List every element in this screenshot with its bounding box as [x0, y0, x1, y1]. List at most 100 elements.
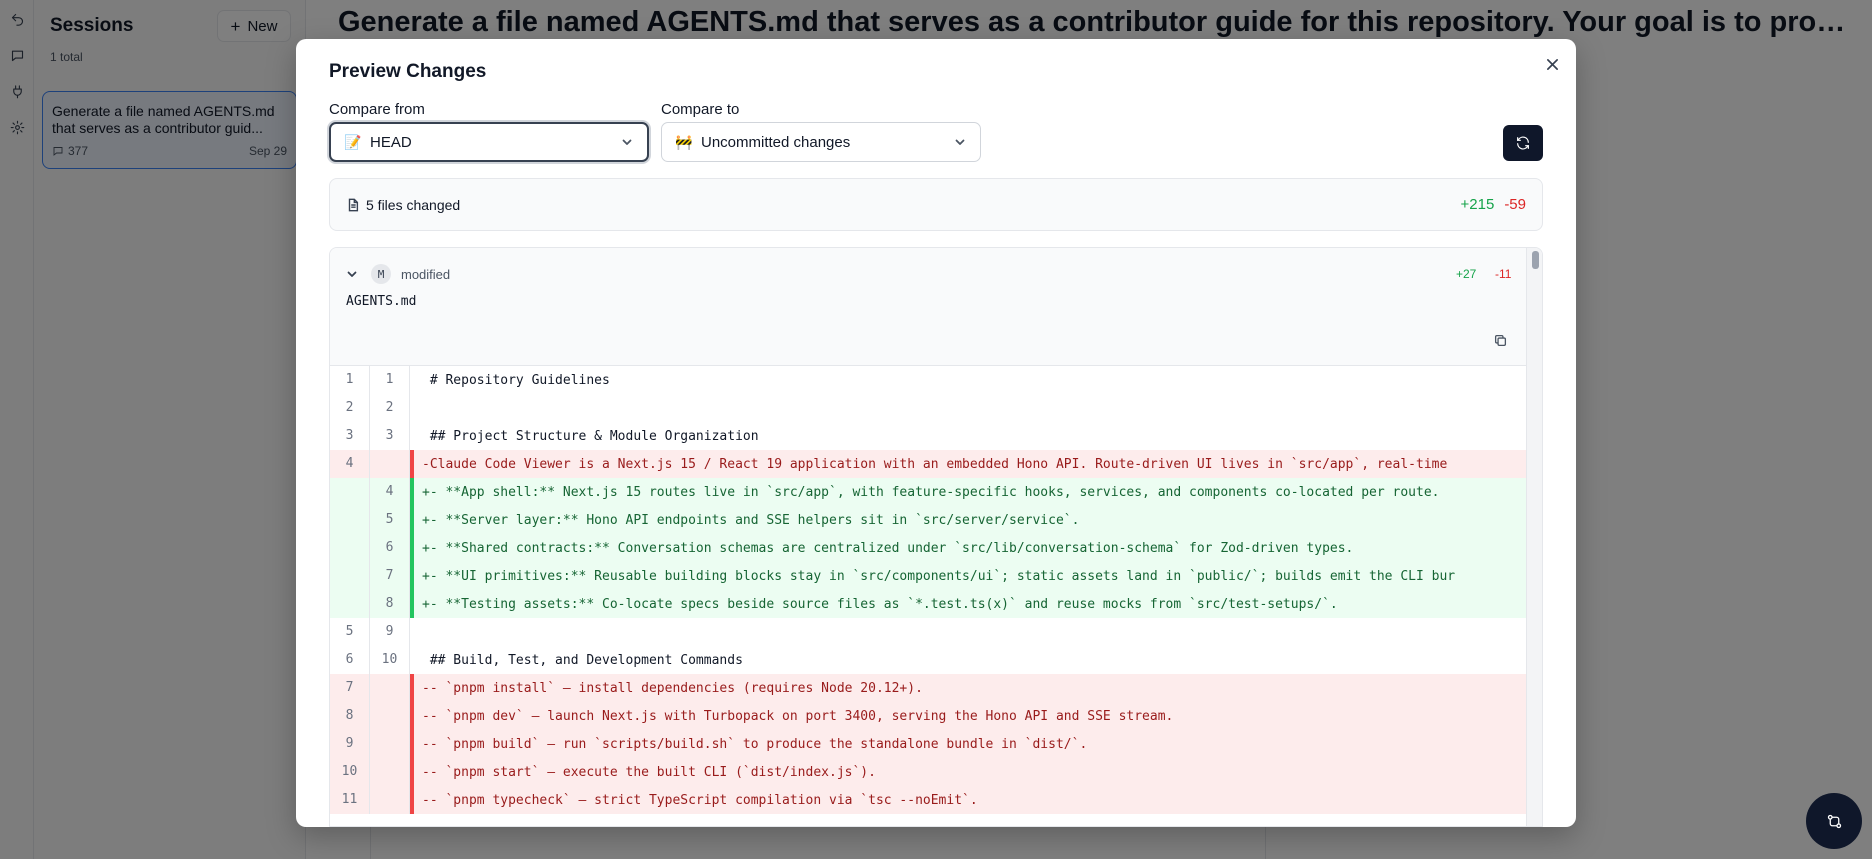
new-line-number: 5: [370, 506, 410, 534]
total-deletions: -59: [1504, 196, 1526, 213]
old-line-number: 7: [330, 674, 370, 702]
compare-from-select[interactable]: 📝 HEAD: [329, 122, 649, 162]
new-line-number: 1: [370, 366, 410, 394]
memo-icon: 📝: [344, 133, 362, 150]
file-name: AGENTS.md: [346, 294, 417, 309]
file-deletions: -11: [1495, 267, 1512, 281]
diff-content: 11 # Repository Guidelines 2 2 3 3 ## Projec…: [330, 366, 1526, 826]
new-line-number: [370, 730, 410, 758]
file-additions: +27: [1456, 267, 1477, 281]
preview-changes-dialog: Preview Changes Compare from 📝 HEAD Comp…: [296, 39, 1576, 827]
line-code: +- **Shared contracts:** Conversation sc…: [422, 540, 1354, 556]
line-code: -Claude Code Viewer is a Next.js 15 / Re…: [422, 456, 1448, 472]
git-diff-fab-button[interactable]: [1806, 793, 1862, 849]
diff-line-added: 4 +- **App shell:** Next.js 15 routes liv…: [330, 478, 1526, 506]
diff-line-removed: 8 -- `pnpm dev` — launch Next.js with Tur…: [330, 702, 1526, 730]
line-code: -- `pnpm install` — install dependencies…: [422, 680, 923, 696]
line-code: +- **Server layer:** Hono API endpoints …: [422, 512, 1080, 528]
new-line-number: [370, 786, 410, 814]
new-line-number: [370, 674, 410, 702]
new-line-number: [370, 702, 410, 730]
new-line-number: 6: [370, 534, 410, 562]
change-marker: [410, 618, 414, 646]
diff-line-added: 5 +- **Server layer:** Hono API endpoints…: [330, 506, 1526, 534]
file-diff-header[interactable]: M modified +27 -11 AGENTS.md: [330, 248, 1526, 366]
old-line-number: 2: [330, 394, 370, 422]
total-additions: +215: [1460, 196, 1495, 213]
construction-icon: 🚧: [675, 133, 693, 150]
old-line-number: 9: [330, 730, 370, 758]
files-changed-count: 5 files changed: [366, 196, 461, 213]
git-compare-icon: [1827, 814, 1841, 828]
new-line-number: 2: [370, 394, 410, 422]
copy-button[interactable]: [1490, 330, 1510, 350]
line-code: -- `pnpm build` — run `scripts/build.sh`…: [422, 736, 1088, 752]
line-code: -- `pnpm dev` — launch Next.js with Turb…: [422, 708, 1174, 724]
line-code: +- **UI primitives:** Reusable building …: [422, 568, 1456, 584]
old-line-number: 4: [330, 450, 370, 478]
diff-line-removed: 10 -- `pnpm start` — execute the built CL…: [330, 758, 1526, 786]
new-line-number: 4: [370, 478, 410, 506]
old-line-number: [330, 534, 370, 562]
old-line-number: 8: [330, 702, 370, 730]
old-line-number: [330, 590, 370, 618]
file-diff: M modified +27 -11 AGENTS.md 11 # Reposi…: [329, 247, 1543, 827]
old-line-number: 3: [330, 422, 370, 450]
diff-scrollbar[interactable]: [1526, 248, 1542, 826]
new-line-number: 3: [370, 422, 410, 450]
line-code: -- `pnpm typecheck` — strict TypeScript …: [422, 792, 978, 808]
new-line-number: 9: [370, 618, 410, 646]
old-line-number: 5: [330, 618, 370, 646]
line-code: # Repository Guidelines: [422, 372, 610, 388]
compare-to-label: Compare to: [661, 101, 740, 118]
new-line-number: [370, 450, 410, 478]
old-line-number: 10: [330, 758, 370, 786]
diff-line-removed: 9 -- `pnpm build` — run `scripts/build.sh…: [330, 730, 1526, 758]
line-code: -- `pnpm start` — execute the built CLI …: [422, 764, 876, 780]
old-line-number: [330, 562, 370, 590]
diff-line: 59: [330, 618, 1526, 646]
close-button[interactable]: [1542, 54, 1562, 74]
chevron-down-icon: [955, 139, 965, 145]
dialog-title: Preview Changes: [329, 61, 487, 82]
diff-line: 11 # Repository Guidelines: [330, 366, 1526, 394]
diff-scroll-thumb[interactable]: [1532, 251, 1539, 269]
diff-line: 33 ## Project Structure & Module Organiz…: [330, 422, 1526, 450]
old-line-number: 1: [330, 366, 370, 394]
chevron-down-icon[interactable]: [346, 268, 358, 280]
line-code: ## Build, Test, and Development Commands: [422, 652, 743, 668]
file-status: modified: [401, 267, 451, 282]
diff-line-removed: 11 -- `pnpm typecheck` — strict TypeScrip…: [330, 786, 1526, 814]
compare-to-value: Uncommitted changes: [701, 133, 851, 151]
close-icon: [1546, 58, 1558, 70]
new-line-number: [370, 758, 410, 786]
chevron-down-icon: [622, 139, 632, 145]
diff-line-added: 7 +- **UI primitives:** Reusable building…: [330, 562, 1526, 590]
changes-summary: 5 files changed +215 -59: [329, 178, 1543, 231]
line-code: ## Project Structure & Module Organizati…: [422, 428, 759, 444]
file-icon: [348, 198, 359, 211]
refresh-button[interactable]: [1503, 125, 1543, 161]
line-code: +- **App shell:** Next.js 15 routes live…: [422, 484, 1440, 500]
old-line-number: [330, 506, 370, 534]
compare-to-select[interactable]: 🚧 Uncommitted changes: [661, 122, 981, 162]
change-marker: [410, 394, 414, 422]
line-code: +- **Testing assets:** Co-locate specs b…: [422, 596, 1338, 612]
file-status-badge: M: [371, 264, 391, 284]
diff-line-removed: 7 -- `pnpm install` — install dependencie…: [330, 674, 1526, 702]
old-line-number: [330, 478, 370, 506]
compare-from-label: Compare from: [329, 101, 425, 118]
diff-line-added: 8 +- **Testing assets:** Co-locate specs …: [330, 590, 1526, 618]
new-line-number: 8: [370, 590, 410, 618]
diff-line-removed: 4 -Claude Code Viewer is a Next.js 15 / R…: [330, 450, 1526, 478]
new-line-number: 10: [370, 646, 410, 674]
compare-from-value: HEAD: [370, 133, 412, 151]
new-line-number: 7: [370, 562, 410, 590]
diff-line: 22: [330, 394, 1526, 422]
old-line-number: 6: [330, 646, 370, 674]
diff-line-added: 6 +- **Shared contracts:** Conversation s…: [330, 534, 1526, 562]
old-line-number: 11: [330, 786, 370, 814]
refresh-icon: [1517, 136, 1529, 150]
diff-line: 6 10 ## Build, Test, and Development Comm…: [330, 646, 1526, 674]
copy-icon: [1494, 334, 1506, 346]
